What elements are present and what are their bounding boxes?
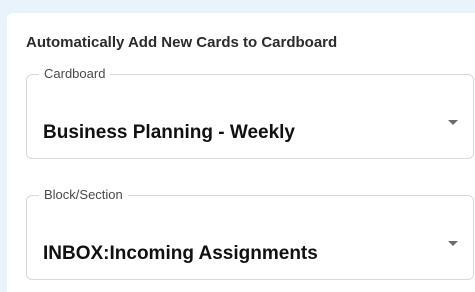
cardboard-select-value: Business Planning - Weekly (43, 122, 296, 143)
block-section-select-label: Block/Section (39, 187, 128, 203)
chevron-down-icon[interactable] (448, 120, 458, 125)
settings-panel: Automatically Add New Cards to Cardboard… (7, 13, 475, 292)
block-section-select-value: INBOX:Incoming Assignments (43, 243, 318, 264)
section-heading: Automatically Add New Cards to Cardboard (26, 34, 338, 51)
block-section-select[interactable]: Block/Section INBOX:Incoming Assignments (26, 187, 474, 280)
cardboard-select-label: Cardboard (39, 66, 111, 82)
chevron-down-icon[interactable] (448, 241, 458, 246)
cardboard-select[interactable]: Cardboard Business Planning - Weekly (26, 66, 474, 159)
